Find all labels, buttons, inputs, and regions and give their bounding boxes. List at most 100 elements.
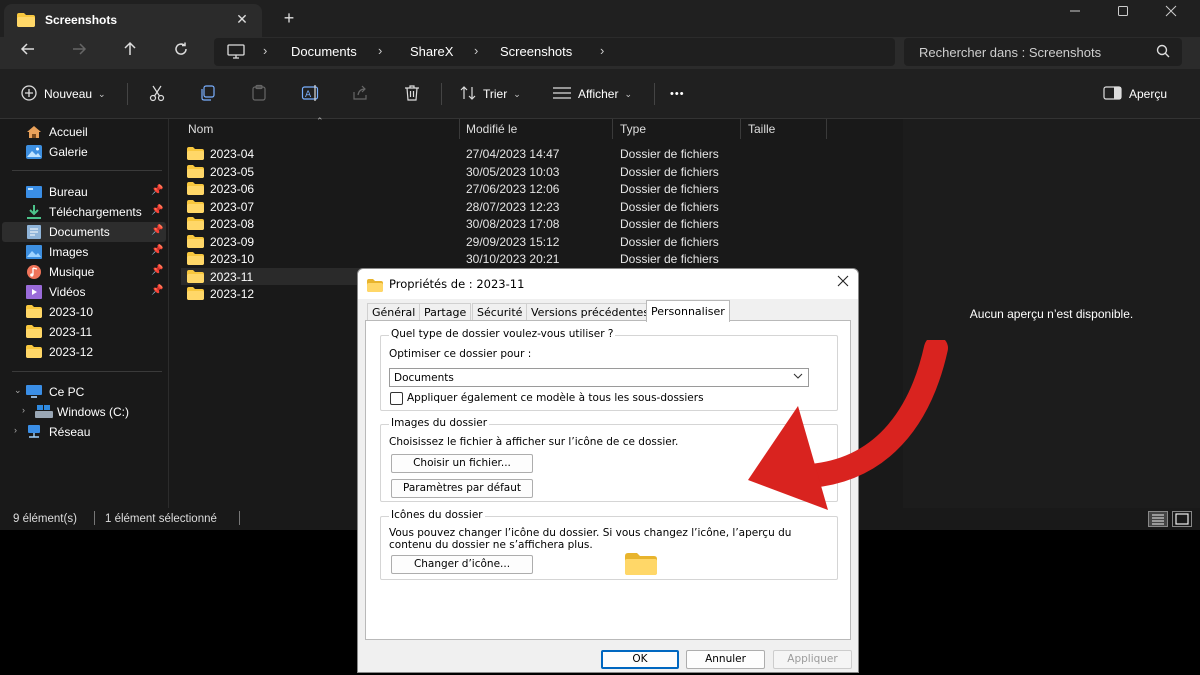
sort-button[interactable]: Trier ⌄ [459, 83, 521, 105]
nav-item-bureau[interactable]: Bureau 📌 [2, 182, 166, 202]
close-icon[interactable] [834, 274, 852, 292]
nav-item-ce-pc[interactable]: ⌄ Ce PC [2, 382, 166, 402]
table-row[interactable]: 2023-09 29/09/2023 15:12 Dossier de fich… [181, 233, 821, 250]
table-row[interactable]: 2023-08 30/08/2023 17:08 Dossier de fich… [181, 215, 821, 232]
column-divider[interactable] [740, 119, 741, 139]
nav-item-accueil[interactable]: Accueil [2, 122, 166, 142]
dialog-title-bar[interactable]: Propriétés de : 2023-11 [358, 269, 858, 299]
pc-icon [227, 44, 245, 65]
pin-icon[interactable]: 📌 [151, 265, 163, 276]
sort-label: Trier [483, 87, 508, 101]
pin-icon[interactable]: 📌 [151, 285, 163, 296]
choose-file-button[interactable]: Choisir un fichier... [391, 454, 533, 473]
share-icon[interactable] [352, 84, 372, 104]
file-date: 28/07/2023 12:23 [466, 199, 560, 214]
folder-icons-group: Icônes du dossier Vous pouvez changer l’… [380, 509, 838, 580]
change-icon-button[interactable]: Changer d’icône... [391, 555, 533, 574]
column-divider[interactable] [459, 119, 460, 139]
dialog-title: Propriétés de : 2023-11 [389, 277, 525, 291]
file-name: 2023-12 [210, 287, 255, 301]
close-tab-icon[interactable]: ✕ [232, 9, 252, 29]
table-row[interactable]: 2023-10 30/10/2023 20:21 Dossier de fich… [181, 250, 821, 267]
preview-label: Aperçu [1129, 87, 1168, 101]
pin-icon[interactable]: 📌 [151, 225, 163, 236]
sort-ascending-icon: ⌃ [316, 116, 324, 126]
item-count: 9 élément(s) [13, 513, 77, 525]
column-header-name[interactable]: Nom [188, 122, 213, 136]
pin-icon[interactable]: 📌 [151, 245, 163, 256]
tab-previous-versions[interactable]: Versions précédentes [526, 303, 655, 321]
column-header-type[interactable]: Type [620, 122, 646, 136]
nav-item-2023-12[interactable]: 2023-12 [2, 342, 166, 362]
table-row[interactable]: 2023-04 27/04/2023 14:47 Dossier de fich… [181, 145, 821, 162]
tiles-view-icon[interactable] [1172, 511, 1192, 527]
pictures-icon [26, 245, 42, 259]
delete-icon[interactable] [403, 84, 423, 104]
nav-item-reseau[interactable]: › Réseau [2, 422, 166, 442]
minimize-icon[interactable] [1060, 2, 1090, 22]
refresh-icon[interactable] [168, 41, 194, 63]
breadcrumb-documents[interactable]: Documents [291, 44, 357, 59]
downloads-icon [26, 205, 42, 219]
column-divider[interactable] [826, 119, 827, 139]
chevron-down-icon[interactable]: ⌄ [14, 385, 22, 396]
music-icon [26, 265, 42, 279]
new-button[interactable]: Nouveau ⌄ [20, 83, 106, 105]
tab-security[interactable]: Sécurité [472, 303, 528, 321]
new-tab-button[interactable]: + [279, 8, 299, 28]
search-input[interactable]: Rechercher dans : Screenshots [904, 38, 1182, 66]
details-view-icon[interactable] [1148, 511, 1168, 527]
table-row[interactable]: 2023-06 27/06/2023 12:06 Dossier de fich… [181, 180, 821, 197]
cut-icon[interactable] [148, 84, 168, 104]
chevron-right-icon[interactable]: › [14, 425, 17, 435]
folder-icon [26, 325, 42, 339]
table-row[interactable]: 2023-07 28/07/2023 12:23 Dossier de fich… [181, 198, 821, 215]
nav-item-2023-10[interactable]: 2023-10 [2, 302, 166, 322]
pin-icon[interactable]: 📌 [151, 185, 163, 196]
column-header-modified[interactable]: Modifié le [466, 122, 517, 136]
nav-item-images[interactable]: Images 📌 [2, 242, 166, 262]
nav-item-windows-c[interactable]: › Windows (C:) [2, 402, 166, 422]
chevron-right-icon[interactable]: › [22, 405, 25, 415]
forward-icon[interactable] [66, 41, 92, 63]
cancel-button[interactable]: Annuler [686, 650, 765, 669]
tab-general[interactable]: Général [367, 303, 421, 321]
maximize-icon[interactable] [1108, 2, 1138, 22]
file-type: Dossier de fichiers [620, 164, 719, 179]
copy-icon[interactable] [199, 84, 219, 104]
apply-subfolders-checkbox[interactable] [390, 392, 403, 405]
back-icon[interactable] [15, 41, 41, 63]
preview-pane-button[interactable]: Aperçu [1103, 83, 1167, 105]
more-options-button[interactable]: ••• [670, 83, 685, 105]
file-name: 2023-05 [210, 164, 255, 179]
file-name: 2023-10 [210, 252, 255, 266]
address-bar[interactable]: › Documents › ShareX › Screenshots › [214, 38, 895, 66]
column-header-size[interactable]: Taille [748, 122, 775, 136]
breadcrumb-sharex[interactable]: ShareX [410, 44, 453, 59]
tab-customize[interactable]: Personnaliser [646, 300, 730, 322]
table-row[interactable]: 2023-05 30/05/2023 10:03 Dossier de fich… [181, 163, 821, 180]
pin-icon[interactable]: 📌 [151, 205, 163, 216]
paste-icon[interactable] [250, 84, 270, 104]
close-window-icon[interactable] [1156, 2, 1186, 22]
nav-item-telechargements[interactable]: Téléchargements 📌 [2, 202, 166, 222]
rename-icon[interactable]: A [301, 84, 321, 104]
column-divider[interactable] [612, 119, 613, 139]
folder-icon [187, 217, 204, 233]
folder-icon-preview [625, 553, 657, 579]
plus-circle-icon [20, 84, 38, 105]
apply-button[interactable]: Appliquer [773, 650, 852, 669]
nav-item-documents[interactable]: Documents 📌 [2, 222, 166, 242]
view-button[interactable]: Afficher ⌄ [552, 83, 632, 105]
nav-item-videos[interactable]: Vidéos 📌 [2, 282, 166, 302]
nav-item-galerie[interactable]: Galerie [2, 142, 166, 162]
nav-item-2023-11[interactable]: 2023-11 [2, 322, 166, 342]
ok-button[interactable]: OK [601, 650, 679, 669]
divider [94, 511, 95, 525]
breadcrumb-screenshots[interactable]: Screenshots [500, 44, 572, 59]
nav-item-musique[interactable]: Musique 📌 [2, 262, 166, 282]
tab-screenshots[interactable]: Screenshots ✕ [4, 4, 262, 37]
tab-sharing[interactable]: Partage [419, 303, 472, 321]
up-icon[interactable] [117, 41, 143, 63]
restore-default-button[interactable]: Paramètres par défaut [391, 479, 533, 498]
